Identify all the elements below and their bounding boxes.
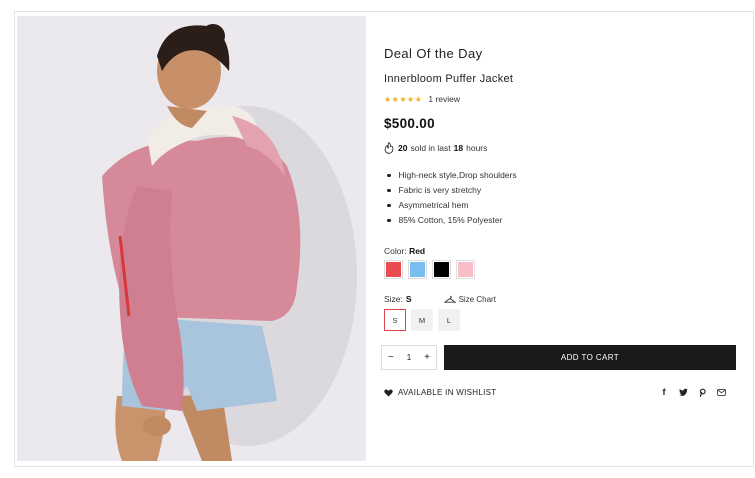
size-label: Size: S Size Chart (384, 294, 514, 304)
color-swatch-pink[interactable] (456, 260, 475, 279)
review-count[interactable]: 1 review (428, 94, 460, 104)
quantity-increase-button[interactable]: + (424, 352, 430, 363)
social-share: f (659, 387, 726, 397)
deal-title: Deal Of the Day (384, 46, 483, 61)
wishlist-link[interactable]: AVAILABLE IN WISHLIST (384, 388, 496, 397)
pinterest-p-shape (699, 388, 706, 397)
twitter-bird-shape (678, 388, 688, 396)
bullet-icon (387, 188, 391, 193)
bullet-icon (387, 203, 391, 208)
color-swatch-blue[interactable] (408, 260, 427, 279)
color-swatch-red[interactable] (384, 260, 403, 279)
sold-indicator: 20 sold in last 18 hours (384, 142, 487, 154)
product-image[interactable] (17, 16, 366, 461)
sold-text-end: hours (466, 143, 488, 153)
add-to-cart-button[interactable]: ADD TO CART (444, 345, 736, 370)
color-swatch-black[interactable] (432, 260, 451, 279)
product-name[interactable]: Innerbloom Puffer Jacket (384, 73, 513, 85)
product-photo-illustration (17, 16, 366, 461)
swatch-fill (386, 262, 401, 277)
size-label-text: Size: (384, 294, 403, 304)
swatch-fill (434, 262, 449, 277)
hanger-icon (443, 295, 456, 303)
swatch-fill (410, 262, 425, 277)
bullet-icon (387, 218, 391, 223)
heart-icon (384, 388, 393, 397)
swatch-fill (458, 262, 473, 277)
size-selected: S (405, 294, 412, 304)
email-icon[interactable] (716, 387, 726, 397)
quantity-input[interactable]: 1 (407, 353, 411, 362)
size-chart-label: Size Chart (458, 294, 496, 304)
feature-text: Fabric is very stretchy (398, 185, 482, 195)
color-selected: Red (409, 246, 426, 256)
size-option-s[interactable]: S (384, 309, 406, 331)
quantity-stepper: − 1 + (381, 345, 437, 370)
envelope-shape (716, 388, 726, 396)
color-swatches (384, 260, 475, 279)
feature-text: 85% Cotton, 15% Polyester (398, 215, 503, 225)
size-option-m[interactable]: M (411, 309, 433, 331)
sold-hours: 18 (453, 143, 464, 153)
product-rating: ★★★★★ 1 review (384, 93, 460, 105)
color-label: Color: Red (384, 246, 425, 256)
size-options: S M L (384, 309, 460, 331)
feature-item: 85% Cotton, 15% Polyester (384, 213, 517, 228)
feature-item: Fabric is very stretchy (384, 183, 517, 198)
fire-icon (384, 142, 394, 154)
feature-text: Asymmetrical hem (398, 200, 469, 210)
bullet-icon (387, 173, 391, 178)
feature-text: High-neck style,Drop shoulders (398, 170, 517, 180)
quantity-decrease-button[interactable]: − (388, 352, 394, 363)
pinterest-icon[interactable] (697, 387, 707, 397)
wishlist-label: AVAILABLE IN WISHLIST (398, 388, 497, 397)
feature-list: High-neck style,Drop shoulders Fabric is… (384, 168, 517, 228)
feature-item: High-neck style,Drop shoulders (384, 168, 517, 183)
rating-stars: ★★★★★ (384, 94, 423, 104)
color-label-text: Color: (384, 246, 407, 256)
product-price: $500.00 (384, 116, 435, 131)
feature-item: Asymmetrical hem (384, 198, 517, 213)
facebook-icon[interactable]: f (659, 387, 669, 397)
size-chart-link[interactable]: Size Chart (443, 294, 496, 304)
sold-text: sold in last (410, 143, 451, 153)
size-option-l[interactable]: L (438, 309, 460, 331)
twitter-icon[interactable] (678, 387, 688, 397)
sold-count: 20 (398, 143, 408, 153)
